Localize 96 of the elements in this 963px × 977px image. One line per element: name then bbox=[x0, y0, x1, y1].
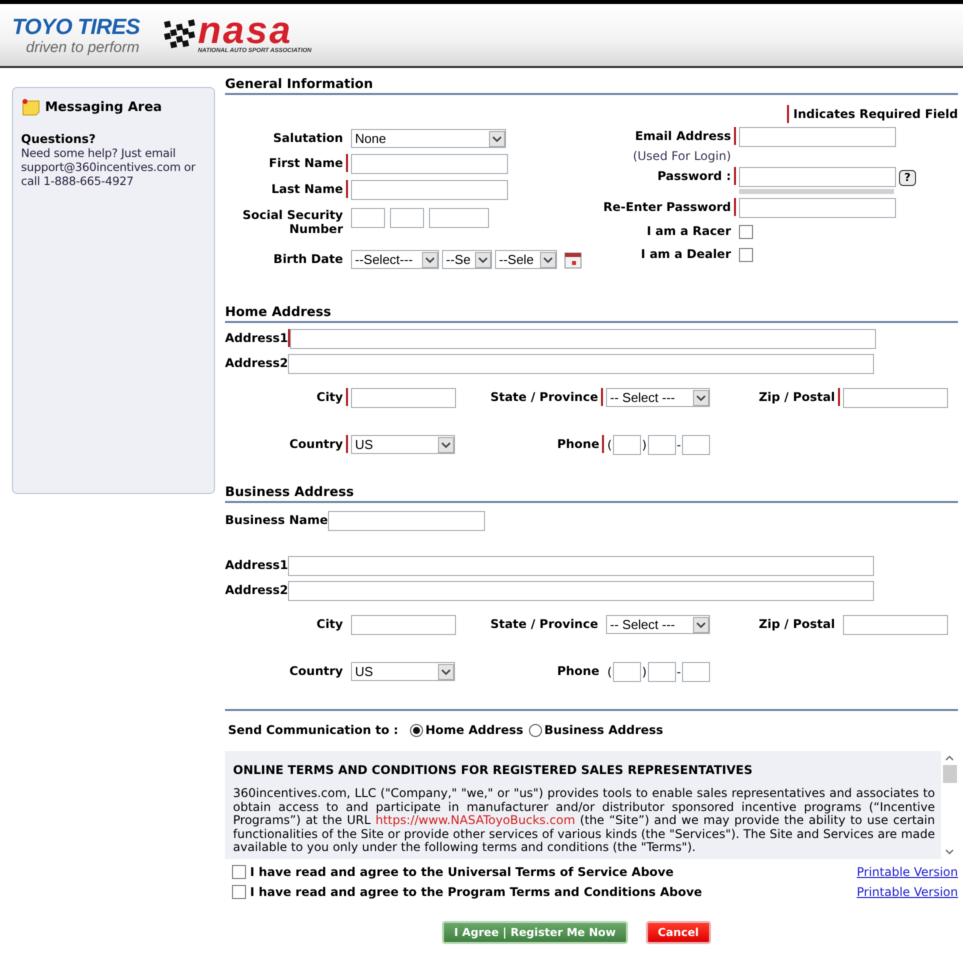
register-button[interactable]: I Agree | Register Me Now bbox=[442, 920, 628, 944]
printable-version-link[interactable]: Printable Version bbox=[856, 864, 958, 878]
field-label: Birth Date bbox=[273, 252, 343, 266]
dropdown[interactable]: US bbox=[351, 662, 455, 681]
phone-punctuation: - bbox=[676, 438, 681, 452]
field-label: Social Security Number bbox=[241, 208, 343, 236]
field-label: Address2 bbox=[225, 356, 288, 370]
phone-punctuation: ( bbox=[607, 438, 612, 452]
field-label: Zip / Postal bbox=[758, 390, 835, 404]
text-field[interactable] bbox=[429, 208, 489, 228]
dropdown[interactable]: -- Select --- bbox=[606, 388, 710, 407]
text-field[interactable] bbox=[351, 154, 508, 174]
terms-title: ONLINE TERMS AND CONDITIONS FOR REGISTERED SALES REPRESENTATIVES bbox=[233, 763, 754, 777]
field-label: Address1 bbox=[225, 331, 288, 345]
section-heading: General Information bbox=[225, 77, 373, 92]
text-field[interactable] bbox=[612, 435, 641, 455]
text-field[interactable] bbox=[682, 662, 710, 682]
panel-title: Messaging Area bbox=[45, 100, 162, 114]
field-label: Zip / Postal bbox=[758, 617, 835, 631]
checkbox[interactable] bbox=[739, 225, 753, 239]
field-label: Address1 bbox=[225, 558, 288, 572]
text-field[interactable] bbox=[351, 208, 385, 228]
section-heading: Home Address bbox=[225, 305, 332, 320]
terms-paragraph: 360incentives.com, LLC ("Company," "we," or "us") provides tools to enable sales representatives and associates to obtain access to and participate in manufacturer and/or distributor sponsored incentive programs (“Incentive Programs”) at the URL https://www.NASAToyoBucks.com (the “Site”) and we may provide the ability to use certain functionalities of the Site or provide other services of various kinds (the "Services"). The Site and Services are made available to you only under the following terms and conditions (the "Terms"). bbox=[233, 787, 935, 854]
field-label: Email Address bbox=[634, 129, 731, 143]
text-field[interactable] bbox=[328, 511, 485, 531]
text-field[interactable] bbox=[390, 208, 424, 228]
field-label: City bbox=[316, 390, 343, 404]
field-label: Salutation bbox=[273, 131, 343, 145]
text-field[interactable] bbox=[351, 388, 456, 408]
agreement-label: I have read and agree to the Program Terms and Conditions Above bbox=[250, 884, 704, 898]
field-label: I am a Dealer bbox=[640, 247, 731, 261]
help-heading: Questions? bbox=[21, 132, 97, 146]
text-field[interactable] bbox=[739, 127, 896, 147]
required-legend: Indicates Required Field bbox=[793, 107, 958, 121]
field-label: First Name bbox=[268, 156, 343, 170]
dropdown[interactable]: -- Select --- bbox=[606, 615, 710, 634]
dropdown[interactable]: US bbox=[351, 435, 455, 454]
text-field[interactable] bbox=[290, 329, 876, 349]
text-field[interactable] bbox=[648, 435, 676, 455]
checkbox[interactable] bbox=[232, 884, 246, 898]
phone-punctuation: - bbox=[676, 665, 681, 679]
phone-punctuation: ( bbox=[607, 665, 612, 679]
checkbox[interactable] bbox=[232, 864, 246, 878]
checkbox[interactable] bbox=[739, 248, 753, 262]
text-field[interactable] bbox=[843, 615, 948, 635]
text-field[interactable] bbox=[612, 662, 641, 682]
field-label: City bbox=[316, 617, 343, 631]
field-label: Address2 bbox=[225, 583, 288, 597]
calendar-icon bbox=[564, 250, 582, 268]
field-label: Send Communication to : bbox=[228, 723, 398, 737]
text-field[interactable] bbox=[682, 435, 710, 455]
brand-logo-text: TOYO TIRES bbox=[12, 14, 140, 38]
field-label: State / Province bbox=[490, 390, 598, 404]
phone-punctuation: ) bbox=[642, 665, 647, 679]
help-text: Need some help? Just email support@360incentives.com or call 1-888-665-4927 bbox=[21, 146, 197, 188]
field-label: Phone bbox=[557, 437, 600, 451]
dropdown[interactable]: None bbox=[351, 129, 506, 148]
text-field[interactable] bbox=[739, 198, 896, 218]
sticky-note-icon bbox=[21, 98, 41, 116]
url-link[interactable]: https://www.NASAToyoBucks.com bbox=[376, 813, 576, 827]
field-label: Last Name bbox=[271, 182, 343, 196]
dropdown[interactable]: --Se bbox=[442, 250, 492, 269]
text-field[interactable] bbox=[843, 388, 948, 408]
text-field[interactable] bbox=[288, 354, 874, 374]
field-label: State / Province bbox=[490, 617, 598, 631]
text-field[interactable] bbox=[648, 662, 676, 682]
scroll-down-icon bbox=[945, 848, 954, 854]
field-label: Country bbox=[289, 664, 343, 678]
agreement-label: I have read and agree to the Universal Terms of Service Above bbox=[250, 864, 675, 878]
field-label: Business Name bbox=[225, 513, 328, 527]
password-field[interactable] bbox=[739, 167, 896, 187]
dropdown[interactable]: --Select--- bbox=[351, 250, 439, 269]
radio-option[interactable]: Home Address bbox=[410, 723, 524, 737]
scroll-up-icon bbox=[945, 755, 954, 761]
field-label: I am a Racer bbox=[646, 224, 731, 238]
text-field[interactable] bbox=[351, 180, 508, 200]
phone-punctuation: ) bbox=[642, 438, 647, 452]
help-icon[interactable]: ? bbox=[899, 170, 916, 186]
cancel-button[interactable]: Cancel bbox=[646, 920, 711, 944]
section-heading: Business Address bbox=[225, 485, 354, 500]
printable-version-link[interactable]: Printable Version bbox=[856, 884, 958, 898]
field-label: Password : bbox=[657, 169, 731, 183]
radio-option[interactable]: Business Address bbox=[529, 723, 664, 737]
text-field[interactable] bbox=[351, 615, 456, 635]
required-marker bbox=[787, 105, 790, 123]
field-label: Phone bbox=[557, 664, 600, 678]
field-label: Country bbox=[289, 437, 343, 451]
text-field[interactable] bbox=[288, 556, 874, 576]
scroll-thumb[interactable] bbox=[942, 765, 956, 783]
field-label: Re-Enter Password bbox=[603, 200, 731, 214]
field-note: (Used For Login) bbox=[632, 149, 731, 163]
text-field[interactable] bbox=[288, 581, 874, 601]
dropdown[interactable]: --Sele bbox=[495, 250, 557, 269]
brand-tagline: driven to perform bbox=[26, 38, 140, 56]
partner-logo-text: nasa bbox=[198, 15, 292, 47]
